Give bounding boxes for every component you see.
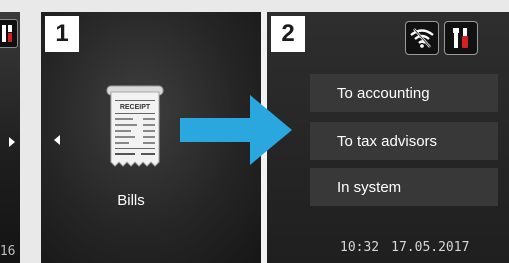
nav-arrow-left-icon[interactable] bbox=[54, 135, 60, 145]
receipt-header: RECEIPT bbox=[120, 104, 151, 111]
nav-arrow-right-icon[interactable] bbox=[9, 137, 15, 147]
menu-item-to-accounting[interactable]: To accounting bbox=[310, 74, 498, 112]
tools-icon[interactable] bbox=[444, 21, 478, 55]
step-badge-2: 2 bbox=[271, 16, 305, 52]
wifi-off-icon[interactable] bbox=[405, 21, 439, 55]
screen-step-2: 2 To accounting To tax advisors In syste… bbox=[267, 12, 509, 263]
menu-item-to-tax-advisors[interactable]: To tax advisors bbox=[310, 122, 498, 160]
transition-arrow-icon bbox=[180, 95, 292, 165]
menu-item-in-system[interactable]: In system bbox=[310, 168, 498, 206]
status-clock: 10:32 17.05.2017 bbox=[340, 240, 469, 255]
date-fragment: 016 bbox=[0, 244, 16, 259]
menu-item-label: To accounting bbox=[337, 84, 430, 102]
bills-label: Bills bbox=[117, 192, 145, 209]
clock-time: 10:32 bbox=[340, 240, 380, 255]
menu-item-label: In system bbox=[337, 178, 402, 196]
step-badge-1: 1 bbox=[45, 16, 79, 52]
menu-item-label: To tax advisors bbox=[337, 132, 438, 150]
previous-screen-fragment: 016 bbox=[0, 12, 20, 263]
tools-icon[interactable] bbox=[0, 19, 18, 48]
receipt-icon[interactable]: RECEIPT bbox=[103, 84, 167, 172]
clock-date: 17.05.2017 bbox=[391, 240, 470, 255]
